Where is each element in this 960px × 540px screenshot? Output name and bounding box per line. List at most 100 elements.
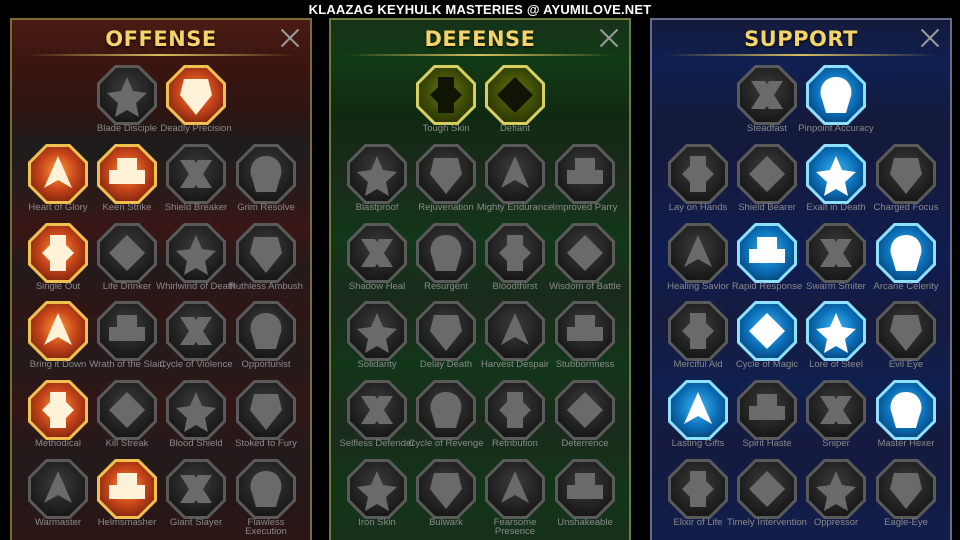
mastery-exalt-in-death[interactable]: Exalt in Death bbox=[804, 144, 868, 222]
mastery-selfless-defender[interactable]: Selfless Defender bbox=[340, 380, 414, 458]
mastery-resurgent[interactable]: Resurgent bbox=[414, 223, 478, 301]
flex-figure-icon bbox=[555, 459, 615, 519]
mastery-deterrence[interactable]: Deterrence bbox=[553, 380, 617, 458]
horned-figure-icon bbox=[28, 144, 88, 204]
praying-hands-icon bbox=[668, 144, 728, 204]
mastery-retribution[interactable]: Retribution bbox=[483, 380, 547, 458]
mastery-sniper[interactable]: Sniper bbox=[804, 380, 868, 458]
mastery-label: Grim Resolve bbox=[237, 202, 295, 213]
skull-blade-icon bbox=[236, 459, 296, 519]
mastery-label: Opportunist bbox=[241, 359, 291, 370]
mastery-unshakeable[interactable]: Unshakeable bbox=[553, 459, 617, 537]
mastery-iron-skin[interactable]: Iron Skin bbox=[345, 459, 409, 537]
mastery-blood-shield[interactable]: Blood Shield bbox=[164, 380, 228, 458]
mastery-steadfast[interactable]: Steadfast bbox=[735, 65, 799, 143]
mastery-fearsome-presence[interactable]: Fearsome Presence bbox=[483, 459, 547, 537]
mastery-life-drinker[interactable]: Life Drinker bbox=[95, 223, 159, 301]
mastery-whirlwind-of-death[interactable]: Whirlwind of Death bbox=[156, 223, 236, 301]
mastery-ruthless-ambush[interactable]: Ruthless Ambush bbox=[229, 223, 303, 301]
mastery-eagle-eye[interactable]: Eagle-Eye bbox=[874, 459, 938, 537]
mastery-wrath-of-the-slain[interactable]: Wrath of the Slain bbox=[89, 301, 165, 379]
mastery-timely-intervention[interactable]: Timely Intervention bbox=[727, 459, 807, 537]
mastery-helmsmasher[interactable]: Helmsmasher bbox=[95, 459, 159, 537]
mastery-solidarity[interactable]: Solidarity bbox=[345, 301, 409, 379]
sword-stars-icon bbox=[28, 459, 88, 519]
mastery-label: Blood Shield bbox=[169, 438, 223, 449]
mastery-flawless-execution[interactable]: Flawless Execution bbox=[234, 459, 298, 537]
close-icon[interactable] bbox=[599, 28, 619, 48]
raised-fist-icon bbox=[485, 65, 545, 125]
mastery-label: Evil Eye bbox=[888, 359, 924, 370]
mastery-deadly-precision[interactable]: Deadly Precision bbox=[160, 65, 232, 143]
mastery-master-hexer[interactable]: Master Hexer bbox=[874, 380, 938, 458]
mastery-delay-death[interactable]: Delay Death bbox=[414, 301, 478, 379]
mastery-label: Deterrence bbox=[561, 438, 609, 449]
mastery-rejuvenation[interactable]: Rejuvenation bbox=[414, 144, 478, 222]
mastery-bloodthirst[interactable]: Bloodthirst bbox=[483, 223, 547, 301]
mastery-stubbornness[interactable]: Stubbornness bbox=[553, 301, 617, 379]
leaf-hand-icon bbox=[416, 144, 476, 204]
mastery-shield-breaker[interactable]: Shield Breaker bbox=[164, 144, 228, 222]
mastery-warmaster[interactable]: Warmaster bbox=[26, 459, 90, 537]
mastery-bulwark[interactable]: Bulwark bbox=[414, 459, 478, 537]
mastery-shadow-heal[interactable]: Shadow Heal bbox=[345, 223, 409, 301]
mastery-label: Spirit Haste bbox=[742, 438, 792, 449]
mastery-shield-bearer[interactable]: Shield Bearer bbox=[735, 144, 799, 222]
bullseye-icon bbox=[806, 65, 866, 125]
close-icon[interactable] bbox=[280, 28, 300, 48]
mastery-arcane-celerity[interactable]: Arcane Celerity bbox=[874, 223, 938, 301]
mastery-label: Steadfast bbox=[746, 123, 788, 134]
mastery-lasting-gifts[interactable]: Lasting Gifts bbox=[666, 380, 730, 458]
haste-boot-icon bbox=[737, 380, 797, 440]
mastery-label: Fearsome Presence bbox=[493, 517, 537, 537]
mastery-rapid-response[interactable]: Rapid Response bbox=[732, 223, 802, 301]
mastery-blastproof[interactable]: Blastproof bbox=[345, 144, 409, 222]
mastery-improved-parry[interactable]: Improved Parry bbox=[553, 144, 617, 222]
mastery-spirit-haste[interactable]: Spirit Haste bbox=[735, 380, 799, 458]
mastery-oppressor[interactable]: Oppressor bbox=[804, 459, 868, 537]
mastery-wisdom-of-battle[interactable]: Wisdom of Battle bbox=[549, 223, 621, 301]
mastery-bring-it-down[interactable]: Bring it Down bbox=[26, 301, 90, 379]
mastery-pinpoint-accuracy[interactable]: Pinpoint Accuracy bbox=[798, 65, 874, 143]
mastery-mighty-endurance[interactable]: Mighty Endurance bbox=[477, 144, 553, 222]
defense-panel-header: DEFENSE bbox=[331, 20, 629, 58]
blast-shield-icon bbox=[347, 144, 407, 204]
mastery-cycle-of-revenge[interactable]: Cycle of Revenge bbox=[409, 380, 483, 458]
mastery-stoked-to-fury[interactable]: Stoked to Fury bbox=[234, 380, 298, 458]
mastery-label: Lasting Gifts bbox=[671, 438, 725, 449]
mastery-keen-strike[interactable]: Keen Strike bbox=[95, 144, 159, 222]
mastery-label: Flawless Execution bbox=[245, 517, 287, 537]
mastery-giant-slayer[interactable]: Giant Slayer bbox=[164, 459, 228, 537]
mastery-cycle-of-violence[interactable]: Cycle of Violence bbox=[159, 301, 233, 379]
mastery-cycle-of-magic[interactable]: Cycle of Magic bbox=[735, 301, 799, 379]
mastery-evil-eye[interactable]: Evil Eye bbox=[874, 301, 938, 379]
mastery-blade-disciple[interactable]: Blade Disciple bbox=[95, 65, 159, 143]
iron-figure-icon bbox=[347, 459, 407, 519]
mastery-lore-of-steel[interactable]: Lore of Steel bbox=[804, 301, 868, 379]
mastery-label: Shield Breaker bbox=[164, 202, 228, 213]
mastery-tough-skin[interactable]: Tough Skin bbox=[414, 65, 478, 143]
mastery-healing-savior[interactable]: Healing Savior bbox=[666, 223, 730, 301]
mastery-harvest-despair[interactable]: Harvest Despair bbox=[481, 301, 549, 379]
mastery-lay-on-hands[interactable]: Lay on Hands bbox=[666, 144, 730, 222]
mastery-grim-resolve[interactable]: Grim Resolve bbox=[234, 144, 298, 222]
spiral-icon bbox=[555, 223, 615, 283]
mastery-charged-focus[interactable]: Charged Focus bbox=[874, 144, 938, 222]
demon-face-icon bbox=[485, 459, 545, 519]
mastery-label: Merciful Aid bbox=[673, 359, 723, 370]
mastery-single-out[interactable]: Single Out bbox=[26, 223, 90, 301]
mastery-opportunist[interactable]: Opportunist bbox=[234, 301, 298, 379]
mastery-swarm-smiter[interactable]: Swarm Smiter bbox=[804, 223, 868, 301]
mastery-merciful-aid[interactable]: Merciful Aid bbox=[666, 301, 730, 379]
close-icon[interactable] bbox=[920, 28, 940, 48]
timely-skull-icon bbox=[737, 459, 797, 519]
mastery-methodical[interactable]: Methodical bbox=[26, 380, 90, 458]
armor-plates-icon bbox=[416, 65, 476, 125]
mastery-elixir-of-life[interactable]: Elixir of Life bbox=[666, 459, 730, 537]
mastery-heart-of-glory[interactable]: Heart of Glory bbox=[26, 144, 90, 222]
mastery-kill-streak[interactable]: Kill Streak bbox=[95, 380, 159, 458]
mastery-label: Defiant bbox=[499, 123, 531, 134]
title-divider bbox=[26, 54, 296, 56]
title-divider bbox=[666, 54, 936, 56]
mastery-defiant[interactable]: Defiant bbox=[483, 65, 547, 143]
